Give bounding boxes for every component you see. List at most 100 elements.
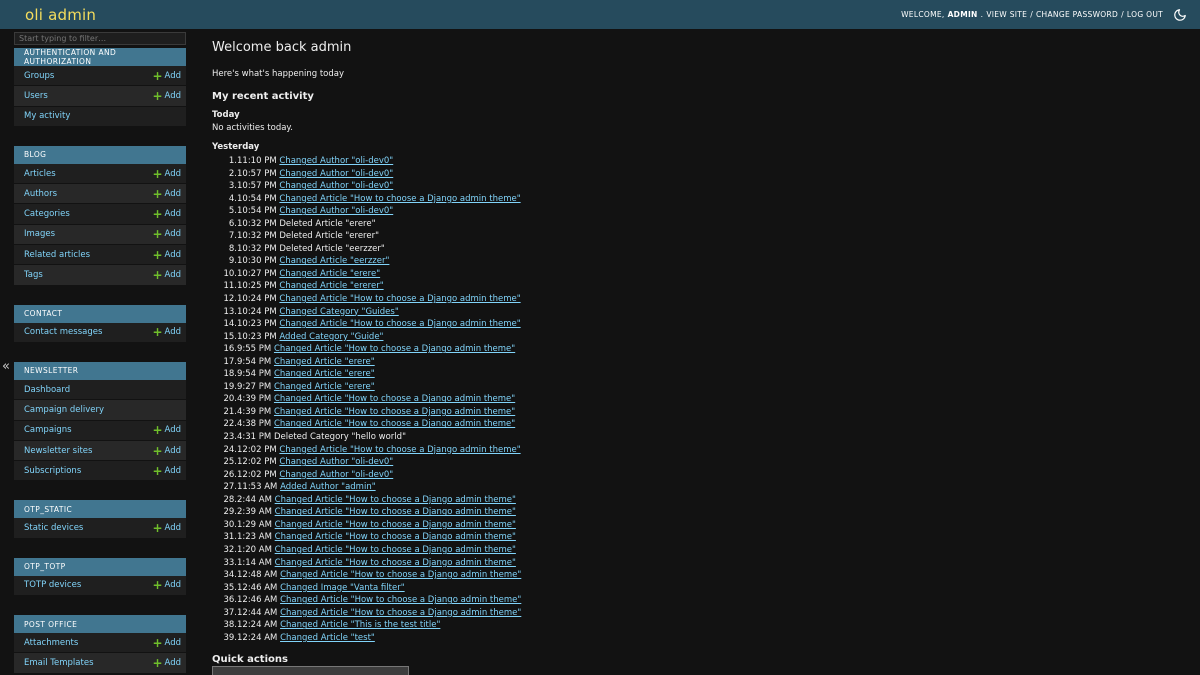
add-button[interactable]: + Add <box>152 465 181 477</box>
add-button[interactable]: + Add <box>152 326 181 338</box>
model-link[interactable]: Authors <box>24 189 57 199</box>
model-link[interactable]: Articles <box>24 169 56 179</box>
activity-time: 10:30 PM <box>237 256 277 267</box>
add-button[interactable]: + Add <box>152 637 181 649</box>
model-link[interactable]: Static devices <box>24 523 83 533</box>
activity-time: 10:23 PM <box>237 331 277 342</box>
add-button[interactable]: + Add <box>152 208 181 220</box>
activity-item: 6.10:32 PM Deleted Article "erere" <box>228 218 376 229</box>
module-caption[interactable]: OTP_STATIC <box>14 500 186 519</box>
add-button[interactable]: + Add <box>152 424 181 436</box>
activity-link[interactable]: Added Category "Guide" <box>279 332 383 342</box>
activity-link[interactable]: Changed Image "Vanta filter" <box>280 583 405 593</box>
activity-link[interactable]: Changed Author "oli-dev0" <box>279 206 393 216</box>
activity-link[interactable]: Changed Article "How to choose a Django … <box>274 419 515 429</box>
model-link[interactable]: Related articles <box>24 250 90 260</box>
today-empty-message: No activities today. <box>212 123 293 133</box>
activity-link[interactable]: Changed Article "How to choose a Django … <box>275 532 516 542</box>
add-button[interactable]: + Add <box>152 522 181 534</box>
site-branding[interactable]: oli admin <box>25 6 96 24</box>
module-caption[interactable]: POST OFFICE <box>14 615 186 634</box>
activity-link[interactable]: Changed Author "oli-dev0" <box>279 181 393 191</box>
model-link[interactable]: Categories <box>24 209 70 219</box>
activity-link[interactable]: Changed Article "How to choose a Django … <box>280 570 521 580</box>
add-button[interactable]: + Add <box>152 70 181 82</box>
add-button[interactable]: + Add <box>152 657 181 669</box>
activity-time: 12:46 AM <box>237 582 278 593</box>
activity-link[interactable]: Changed Article "How to choose a Django … <box>275 558 516 568</box>
module-caption[interactable]: AUTHENTICATION AND AUTHORIZATION <box>14 48 186 66</box>
activity-link[interactable]: Changed Article "erere" <box>274 382 375 392</box>
activity-link[interactable]: Changed Article "erere" <box>274 357 375 367</box>
activity-link[interactable]: Changed Article "How to choose a Django … <box>275 495 516 505</box>
module-caption[interactable]: NEWSLETTER <box>14 361 186 380</box>
model-link[interactable]: Email Templates <box>24 658 94 668</box>
model-link[interactable]: Attachments <box>24 638 78 648</box>
model-link[interactable]: Campaigns <box>24 425 72 435</box>
model-link[interactable]: Images <box>24 229 55 239</box>
activity-link[interactable]: Changed Article "How to choose a Django … <box>280 608 521 618</box>
activity-link[interactable]: Changed Article "How to choose a Django … <box>279 294 520 304</box>
add-button[interactable]: + Add <box>152 579 181 591</box>
add-button[interactable]: + Add <box>152 249 181 261</box>
add-button[interactable]: + Add <box>152 445 181 457</box>
model-link[interactable]: Users <box>24 91 48 101</box>
activity-item: 17.9:54 PM Changed Article "erere" <box>223 356 375 367</box>
activity-link[interactable]: Changed Article "How to choose a Django … <box>275 545 516 555</box>
module-caption[interactable]: CONTACT <box>14 304 186 323</box>
activity-link[interactable]: Changed Article "How to choose a Django … <box>274 407 515 417</box>
activity-item: 24.12:02 PM Changed Article "How to choo… <box>223 444 521 455</box>
activity-link[interactable]: Changed Author "oli-dev0" <box>279 457 393 467</box>
quick-action-button[interactable] <box>212 666 409 675</box>
activity-link[interactable]: Changed Author "oli-dev0" <box>279 169 393 179</box>
activity-link[interactable]: Changed Article "How to choose a Django … <box>279 319 520 329</box>
activity-link[interactable]: Changed Article "How to choose a Django … <box>274 394 515 404</box>
view-site-link[interactable]: VIEW SITE <box>986 10 1027 19</box>
add-button[interactable]: + Add <box>152 168 181 180</box>
module-caption[interactable]: BLOG <box>14 145 186 164</box>
add-button[interactable]: + Add <box>152 188 181 200</box>
sidebar-collapse-toggle[interactable]: « <box>2 360 12 374</box>
activity-link[interactable]: Changed Article "This is the test title" <box>280 620 440 630</box>
activity-link[interactable]: Changed Article "How to choose a Django … <box>280 595 521 605</box>
add-button[interactable]: + Add <box>152 228 181 240</box>
activity-link[interactable]: Changed Article "How to choose a Django … <box>274 344 515 354</box>
model-link[interactable]: Campaign delivery <box>24 405 104 415</box>
add-label: Add <box>164 327 181 338</box>
activity-link[interactable]: Changed Article "How to choose a Django … <box>279 194 520 204</box>
activity-time: 10:25 PM <box>237 281 277 292</box>
nav-filter-input[interactable] <box>14 32 186 45</box>
model-link[interactable]: Contact messages <box>24 327 102 337</box>
moon-icon[interactable] <box>1172 7 1188 23</box>
model-row: Campaign delivery <box>14 400 186 421</box>
activity-link[interactable]: Changed Article "erere" <box>279 269 380 279</box>
activity-link[interactable]: Changed Article "How to choose a Django … <box>275 520 516 530</box>
model-link[interactable]: Tags <box>24 270 43 280</box>
yesterday-heading: Yesterday <box>212 142 260 152</box>
model-link[interactable]: Subscriptions <box>24 466 81 476</box>
activity-link[interactable]: Changed Article "ererer" <box>279 281 383 291</box>
activity-link[interactable]: Changed Article "erere" <box>274 369 375 379</box>
add-label: Add <box>164 229 181 240</box>
log-out-link[interactable]: LOG OUT <box>1127 10 1163 19</box>
model-link[interactable]: Newsletter sites <box>24 446 92 456</box>
model-link[interactable]: Dashboard <box>24 385 70 395</box>
model-link[interactable]: Groups <box>24 71 54 81</box>
activity-item: 4.10:54 PM Changed Article "How to choos… <box>228 193 521 204</box>
activity-link[interactable]: Changed Category "Guides" <box>279 307 398 317</box>
activity-link[interactable]: Changed Article "eerzzer" <box>279 256 389 266</box>
plus-icon: + <box>152 268 163 283</box>
add-button[interactable]: + Add <box>152 268 181 283</box>
app-module: BLOG Articles + Add Authors + Add Categories + Ad… <box>14 145 186 286</box>
activity-link[interactable]: Added Author "admin" <box>280 482 376 492</box>
activity-link[interactable]: Changed Article "How to choose a Django … <box>279 445 520 455</box>
module-caption[interactable]: OTP_TOTP <box>14 557 186 576</box>
activity-link[interactable]: Changed Article "How to choose a Django … <box>275 507 516 517</box>
change-password-link[interactable]: CHANGE PASSWORD <box>1036 10 1118 19</box>
activity-link[interactable]: Changed Author "oli-dev0" <box>279 156 393 166</box>
add-button[interactable]: + Add <box>152 90 181 102</box>
model-link[interactable]: My activity <box>24 111 70 121</box>
model-link[interactable]: TOTP devices <box>24 580 81 590</box>
activity-link[interactable]: Changed Author "oli-dev0" <box>279 470 393 480</box>
activity-link[interactable]: Changed Article "test" <box>280 633 375 643</box>
